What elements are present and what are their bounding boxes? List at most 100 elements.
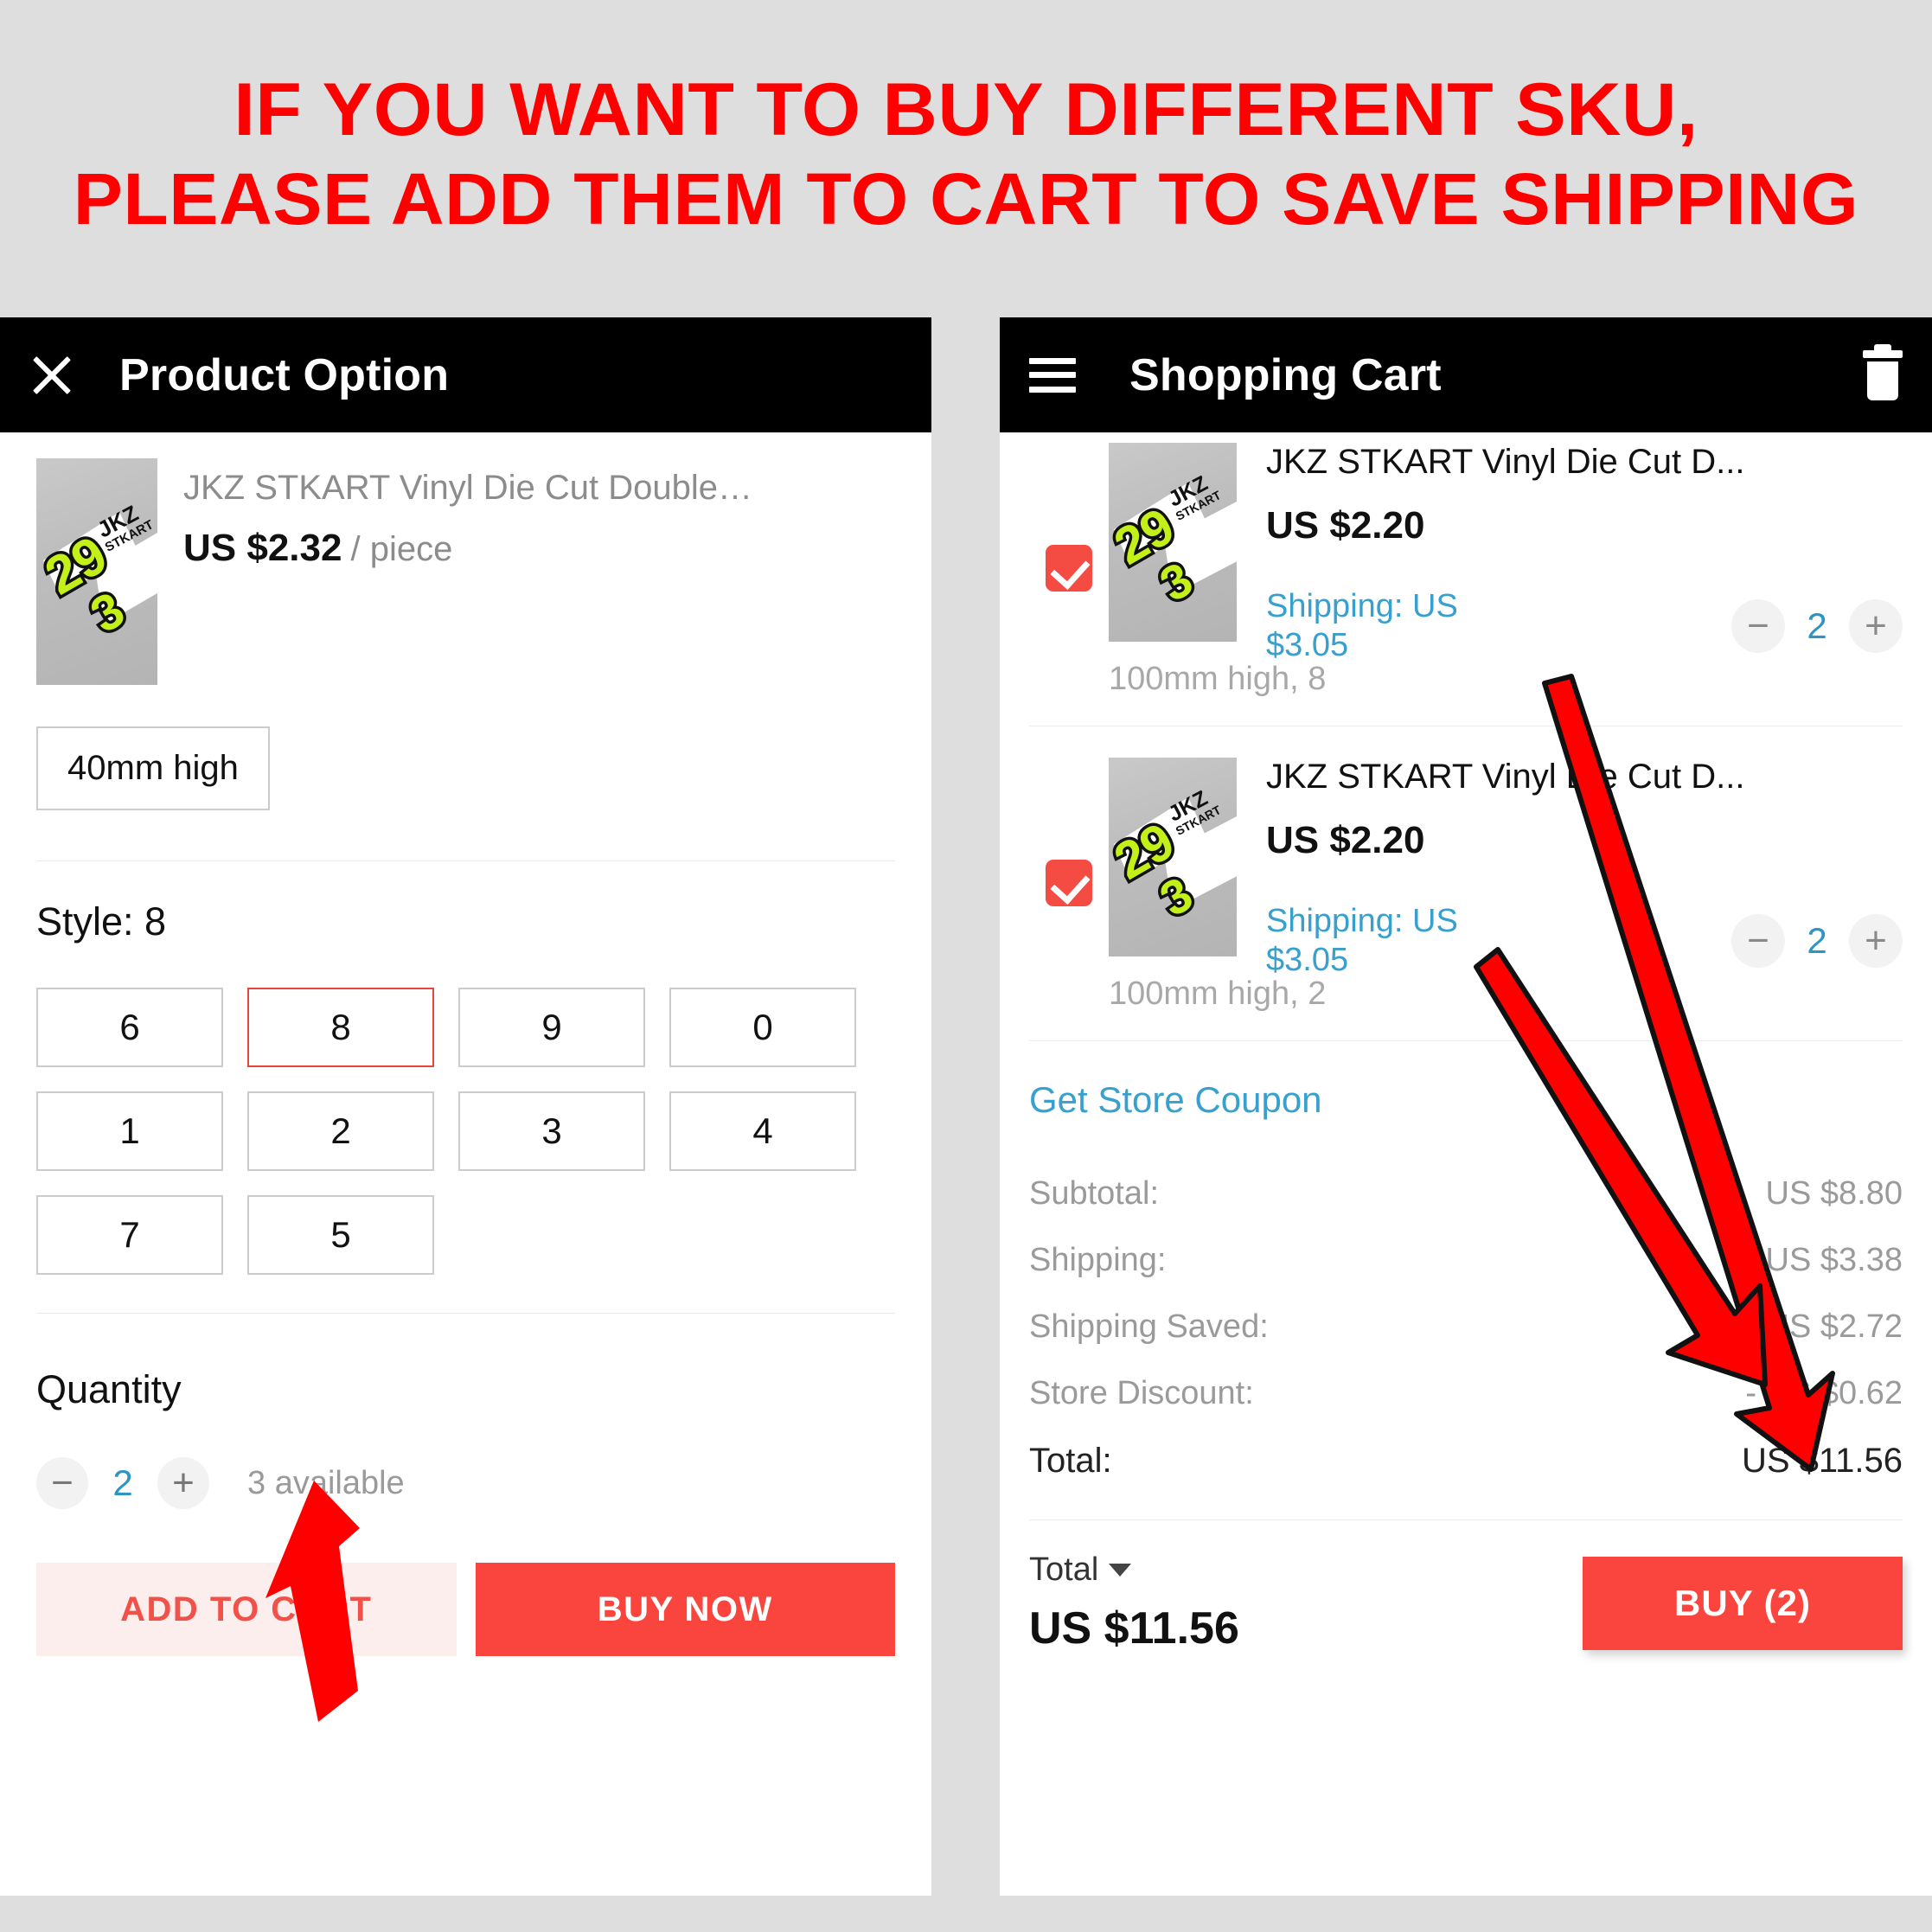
style-option-8[interactable]: 8 <box>247 988 434 1067</box>
cart-item-title: JKZ STKART Vinyl Die Cut D... <box>1266 758 1745 796</box>
quantity-increment-button[interactable]: + <box>157 1457 209 1509</box>
summary-value: US $3.38 <box>1765 1242 1903 1278</box>
cart-item-bottom: Shipping: US $3.05 − 2 + <box>1266 587 1903 665</box>
product-option-body: 29 3 JKZ STKART JKZ STKART Vinyl Die Cut… <box>0 432 931 1896</box>
cart-item-price: US $2.20 <box>1266 819 1425 861</box>
style-option-0[interactable]: 0 <box>669 988 856 1067</box>
product-summary-row[interactable]: 29 3 JKZ STKART JKZ STKART Vinyl Die Cut… <box>0 432 931 685</box>
style-option-2[interactable]: 2 <box>247 1091 434 1171</box>
summary-label: Subtotal: <box>1029 1175 1159 1212</box>
product-option-panel: Product Option 29 3 JKZ STKART JKZ STKAR… <box>0 317 931 1896</box>
checkbox-checked-icon[interactable] <box>1046 544 1092 592</box>
screenshot-root: IF YOU WANT TO BUY DIFFERENT SKU, PLEASE… <box>0 0 1932 1932</box>
banner-line-1: IF YOU WANT TO BUY DIFFERENT SKU, <box>234 67 1698 151</box>
summary-value: US $11.56 <box>1741 1442 1903 1480</box>
checkbox-checked-icon[interactable] <box>1046 859 1092 906</box>
cart-item-quantity-value[interactable]: 2 <box>1802 920 1832 962</box>
quantity-value[interactable]: 2 <box>107 1462 138 1504</box>
footer-total-label-row[interactable]: Total <box>1029 1551 1239 1589</box>
product-option-title: Product Option <box>119 349 450 400</box>
cart-item-details: JKZ STKART Vinyl Die Cut D... US $2.20 S… <box>1263 438 1903 698</box>
style-option-1[interactable]: 1 <box>36 1091 223 1171</box>
size-option-group: 40mm high <box>0 685 931 860</box>
chevron-down-icon[interactable] <box>1109 1564 1132 1577</box>
size-option-40mm[interactable]: 40mm high <box>36 726 270 810</box>
summary-value: US $8.80 <box>1765 1175 1903 1212</box>
product-price-unit: / piece <box>350 530 453 568</box>
buy-button[interactable]: BUY (2) <box>1583 1556 1903 1650</box>
hamburger-icon[interactable] <box>1029 357 1076 393</box>
summary-value: - US $0.62 <box>1745 1375 1903 1411</box>
product-info: JKZ STKART Vinyl Die Cut Double-l... US … <box>183 458 754 685</box>
cart-item-shipping[interactable]: Shipping: US $3.05 <box>1266 587 1482 665</box>
cart-item-bottom: Shipping: US $3.05 − 2 + <box>1266 902 1903 980</box>
cart-item-quantity-value[interactable]: 2 <box>1802 605 1832 647</box>
cart-item-row[interactable]: 29 3 JKZ STKART 100mm high, 8 JKZ STKART… <box>1000 432 1932 698</box>
cart-item-quantity-stepper: − 2 + <box>1731 914 1903 968</box>
style-option-7[interactable]: 7 <box>36 1195 223 1275</box>
get-store-coupon-link[interactable]: Get Store Coupon <box>1000 1041 1932 1121</box>
footer-total-value: US $11.56 <box>1029 1603 1239 1654</box>
summary-row-subtotal: Subtotal: US $8.80 <box>1029 1161 1903 1227</box>
summary-label: Shipping Saved: <box>1029 1308 1269 1345</box>
cart-item-variant: 100mm high, 2 <box>1109 976 1327 1012</box>
cart-item-decrement-button[interactable]: − <box>1731 599 1785 653</box>
promo-banner: IF YOU WANT TO BUY DIFFERENT SKU, PLEASE… <box>0 0 1932 307</box>
stock-available-text: 3 available <box>247 1464 405 1501</box>
style-label: Style: 8 <box>36 899 167 944</box>
cart-item-price: US $2.20 <box>1266 504 1425 547</box>
cart-footer-total: Total US $11.56 <box>1029 1551 1239 1654</box>
buy-now-button[interactable]: BUY NOW <box>475 1563 895 1656</box>
summary-row-store-discount: Store Discount: - US $0.62 <box>1029 1360 1903 1427</box>
product-title: JKZ STKART Vinyl Die Cut Double-l... <box>183 469 754 507</box>
cart-item-variant: 100mm high, 8 <box>1109 661 1327 697</box>
summary-row-shipping-saved: Shipping Saved: - US $2.72 <box>1029 1294 1903 1360</box>
shopping-cart-title: Shopping Cart <box>1129 349 1442 400</box>
quantity-label: Quantity <box>36 1367 182 1411</box>
style-option-3[interactable]: 3 <box>458 1091 645 1171</box>
cart-item-select[interactable] <box>1029 438 1109 698</box>
sticker-artwork-icon: 29 3 JKZ STKART <box>1109 786 1237 930</box>
cart-item-shipping[interactable]: Shipping: US $3.05 <box>1266 902 1482 980</box>
quantity-stepper: − 2 + 3 available <box>0 1412 931 1509</box>
close-icon[interactable] <box>29 353 74 398</box>
cart-footer: Total US $11.56 BUY (2) <box>1000 1520 1932 1654</box>
product-cta-row: ADD TO CART BUY NOW <box>0 1509 931 1656</box>
shopping-cart-body: 29 3 JKZ STKART 100mm high, 8 JKZ STKART… <box>1000 432 1932 1896</box>
cart-item-thumb-col: 29 3 JKZ STKART 100mm high, 8 <box>1109 438 1327 698</box>
trash-icon[interactable] <box>1863 343 1903 400</box>
summary-row-total: Total: US $11.56 <box>1029 1427 1903 1495</box>
sticker-artwork-icon: 29 3 JKZ STKART <box>1109 471 1237 615</box>
summary-label: Total: <box>1029 1442 1112 1480</box>
product-price-row: US $2.32 / piece <box>183 527 754 570</box>
banner-line-2: PLEASE ADD THEM TO CART TO SAVE SHIPPING <box>73 157 1859 240</box>
cart-item-row[interactable]: 29 3 JKZ STKART 100mm high, 2 JKZ STKART… <box>1000 726 1932 1013</box>
summary-value: - US $2.72 <box>1745 1308 1903 1345</box>
style-option-4[interactable]: 4 <box>669 1091 856 1171</box>
cart-item-details: JKZ STKART Vinyl Die Cut D... US $2.20 S… <box>1263 752 1903 1013</box>
style-option-5[interactable]: 5 <box>247 1195 434 1275</box>
quantity-decrement-button[interactable]: − <box>36 1457 88 1509</box>
add-to-cart-button[interactable]: ADD TO CART <box>36 1563 457 1656</box>
cart-item-thumb-col: 29 3 JKZ STKART 100mm high, 2 <box>1109 752 1327 1013</box>
style-option-9[interactable]: 9 <box>458 988 645 1067</box>
sticker-artwork-icon: 29 3 JKZ STKART <box>36 500 157 647</box>
shopping-cart-panel: Shopping Cart 29 3 JKZ STKART 100mm high… <box>1000 317 1932 1896</box>
cart-item-decrement-button[interactable]: − <box>1731 914 1785 968</box>
cart-item-thumbnail[interactable]: 29 3 JKZ STKART <box>1109 443 1237 642</box>
summary-label: Shipping: <box>1029 1242 1167 1278</box>
cart-item-select[interactable] <box>1029 752 1109 1013</box>
cart-item-increment-button[interactable]: + <box>1849 599 1903 653</box>
product-price: US $2.32 <box>183 527 342 569</box>
cart-item-increment-button[interactable]: + <box>1849 914 1903 968</box>
style-option-grid: 6 8 9 0 1 2 3 4 7 5 <box>0 944 931 1275</box>
order-summary: Subtotal: US $8.80 Shipping: US $3.38 Sh… <box>1000 1121 1932 1520</box>
product-option-appbar: Product Option <box>0 317 931 432</box>
shopping-cart-appbar: Shopping Cart <box>1000 317 1932 432</box>
cart-item-title: JKZ STKART Vinyl Die Cut D... <box>1266 443 1745 481</box>
summary-row-shipping: Shipping: US $3.38 <box>1029 1227 1903 1294</box>
summary-label: Store Discount: <box>1029 1375 1254 1411</box>
cart-item-thumbnail[interactable]: 29 3 JKZ STKART <box>1109 758 1237 956</box>
product-thumbnail[interactable]: 29 3 JKZ STKART <box>36 458 157 685</box>
style-option-6[interactable]: 6 <box>36 988 223 1067</box>
